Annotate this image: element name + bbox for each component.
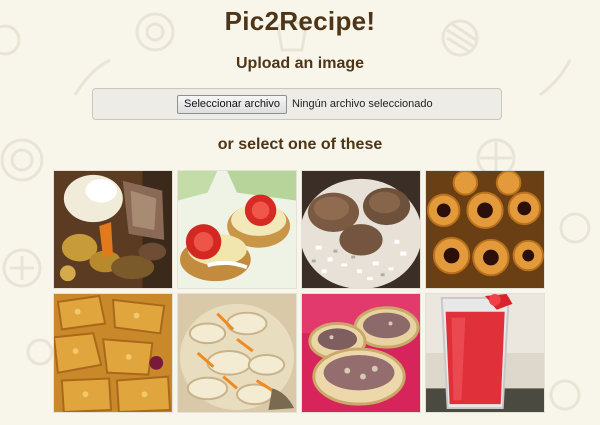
crackers-tomato-photo-icon	[178, 171, 296, 288]
page-title: Pic2Recipe!	[224, 6, 376, 36]
example-image-cheesy-pasta[interactable]	[177, 293, 297, 413]
example-image-red-drink[interactable]	[425, 293, 545, 413]
example-image-jam-cookies[interactable]	[425, 170, 545, 289]
example-image-grid	[53, 170, 545, 413]
example-image-tartlets[interactable]	[301, 293, 421, 413]
red-drink-photo-icon	[426, 294, 544, 412]
cheesy-pasta-photo-icon	[178, 294, 296, 412]
stew-photo-icon	[54, 171, 172, 288]
jam-cookies-photo-icon	[426, 171, 544, 288]
example-image-fried-food[interactable]	[53, 293, 173, 413]
gallery-heading: or select one of these	[217, 136, 383, 153]
upload-heading: Upload an image	[235, 55, 365, 72]
choose-file-button[interactable]: Seleccionar archivo	[177, 94, 287, 114]
fried-food-photo-icon	[54, 294, 172, 412]
tartlets-photo-icon	[302, 294, 420, 412]
file-upload-box: Seleccionar archivo Ningún archivo selec…	[92, 88, 502, 120]
meatballs-rice-photo-icon	[302, 171, 420, 288]
example-image-crackers[interactable]	[177, 170, 297, 289]
example-image-stew[interactable]	[53, 170, 173, 289]
file-status-text: Ningún archivo seleccionado	[292, 98, 433, 110]
example-image-meatballs[interactable]	[301, 170, 421, 289]
